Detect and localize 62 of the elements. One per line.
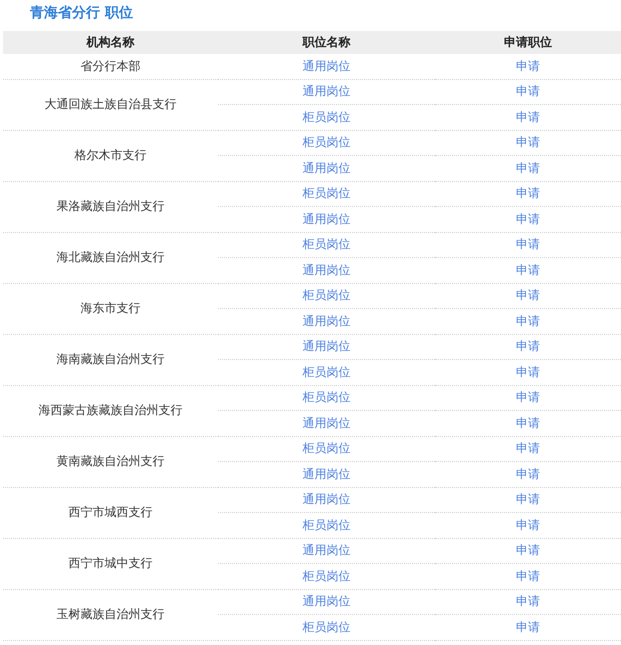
column-header: 职位名称 [218, 31, 435, 54]
apply-link[interactable]: 申请 [516, 364, 540, 379]
branch-name: 黄南藏族自治州支行 [56, 454, 164, 468]
branch-name: 省分行本部 [80, 58, 140, 73]
branch-name: 海西蒙古族藏族自治州支行 [38, 403, 182, 417]
apply-link[interactable]: 申请 [516, 314, 540, 328]
branch-name: 果洛藏族自治州支行 [56, 199, 164, 213]
position-link[interactable]: 通用岗位 [302, 594, 350, 608]
apply-link[interactable]: 申请 [516, 237, 540, 252]
column-header: 申请职位 [435, 31, 621, 54]
position-link[interactable]: 通用岗位 [302, 160, 350, 175]
apply-link[interactable]: 申请 [516, 262, 540, 277]
position-link[interactable]: 柜员岗位 [302, 364, 350, 379]
apply-link[interactable]: 申请 [516, 186, 540, 200]
position-link[interactable]: 柜员岗位 [302, 110, 350, 124]
branch-name: 格尔木市支行 [74, 148, 146, 162]
branch-name: 海南藏族自治州支行 [56, 352, 164, 366]
position-link[interactable]: 通用岗位 [302, 314, 350, 328]
position-link[interactable]: 通用岗位 [302, 492, 350, 506]
apply-link[interactable]: 申请 [516, 568, 540, 583]
apply-link[interactable]: 申请 [516, 135, 540, 150]
position-link[interactable]: 柜员岗位 [302, 288, 350, 302]
position-link[interactable]: 柜员岗位 [302, 518, 350, 532]
apply-link[interactable]: 申请 [516, 594, 540, 608]
apply-link[interactable]: 申请 [516, 466, 540, 481]
branch-name: 大通回族土族自治县支行 [44, 97, 176, 111]
apply-link[interactable]: 申请 [516, 543, 540, 558]
position-link[interactable]: 通用岗位 [302, 339, 350, 354]
position-link[interactable]: 柜员岗位 [302, 568, 350, 583]
apply-link[interactable]: 申请 [516, 288, 540, 302]
position-link[interactable]: 柜员岗位 [302, 237, 350, 252]
position-link[interactable]: 通用岗位 [302, 466, 350, 481]
position-link[interactable]: 柜员岗位 [302, 620, 350, 634]
page-title: 青海省分行 职位 [29, 4, 134, 23]
position-link[interactable]: 通用岗位 [302, 262, 350, 277]
branch-name: 西宁市城中支行 [68, 556, 152, 570]
branch-name: 海北藏族自治州支行 [56, 250, 164, 264]
apply-link[interactable]: 申请 [516, 339, 540, 354]
position-link[interactable]: 通用岗位 [302, 58, 350, 73]
position-link[interactable]: 通用岗位 [302, 543, 350, 558]
apply-link[interactable]: 申请 [516, 416, 540, 430]
branch-name: 海东市支行 [80, 301, 140, 315]
position-link[interactable]: 通用岗位 [302, 84, 350, 98]
apply-link[interactable]: 申请 [516, 160, 540, 175]
position-link[interactable]: 柜员岗位 [302, 390, 350, 404]
position-link[interactable]: 柜员岗位 [302, 135, 350, 150]
apply-link[interactable]: 申请 [516, 212, 540, 226]
position-link[interactable]: 柜员岗位 [302, 441, 350, 456]
position-link[interactable]: 通用岗位 [302, 212, 350, 226]
position-link[interactable]: 通用岗位 [302, 416, 350, 430]
apply-link[interactable]: 申请 [516, 110, 540, 124]
apply-link[interactable]: 申请 [516, 390, 540, 404]
branch-name: 西宁市城西支行 [68, 505, 152, 519]
apply-link[interactable]: 申请 [516, 620, 540, 634]
column-header: 机构名称 [3, 31, 218, 54]
apply-link[interactable]: 申请 [516, 84, 540, 98]
apply-link[interactable]: 申请 [516, 518, 540, 532]
apply-link[interactable]: 申请 [516, 58, 540, 73]
apply-link[interactable]: 申请 [516, 492, 540, 506]
apply-link[interactable]: 申请 [516, 441, 540, 456]
branch-name: 玉树藏族自治州支行 [56, 607, 164, 621]
position-link[interactable]: 柜员岗位 [302, 186, 350, 200]
